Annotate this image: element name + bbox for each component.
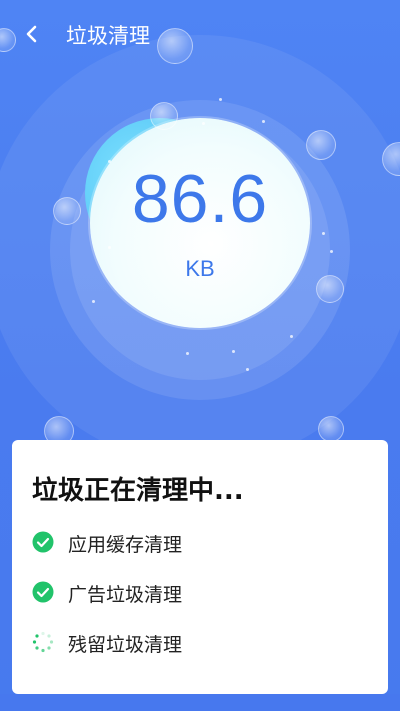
sparkle [219, 98, 222, 101]
chevron-left-icon [26, 25, 37, 43]
bubble [150, 102, 178, 130]
check-circle-icon [32, 581, 54, 603]
sparkle [322, 232, 325, 235]
cleanup-screen: 86.6 KB 垃圾清理 垃圾正在清理中... 应用缓存清理 广告垃圾清理 残留… [0, 0, 400, 711]
top-bar: 垃圾清理 [0, 0, 400, 68]
task-label: 应用缓存清理 [68, 534, 183, 556]
junk-size-value: 86.6 [131, 161, 269, 237]
back-button[interactable] [16, 18, 48, 50]
spinner-icon [32, 631, 54, 653]
sparkle [186, 352, 189, 355]
sparkle [108, 246, 111, 249]
sparkle [290, 335, 293, 338]
bubble [53, 197, 81, 225]
junk-size-unit: KB [185, 256, 215, 281]
sparkle [262, 120, 265, 123]
check-circle-icon [32, 531, 54, 553]
task-label: 广告垃圾清理 [68, 584, 183, 606]
sparkle [108, 160, 111, 163]
sparkle [246, 368, 249, 371]
page-title: 垃圾清理 [66, 24, 150, 48]
sparkle [202, 122, 205, 125]
bubble [318, 416, 344, 442]
sparkle [92, 300, 95, 303]
sparkle [330, 250, 333, 253]
task-label: 残留垃圾清理 [68, 634, 183, 656]
sparkle [232, 350, 235, 353]
cleanup-status-card: 垃圾正在清理中... 应用缓存清理 广告垃圾清理 残留垃圾清理 [12, 440, 388, 694]
bubble [306, 130, 336, 160]
bottom-strip [0, 694, 400, 711]
cleanup-status-title: 垃圾正在清理中... [32, 476, 244, 506]
bubble [316, 275, 344, 303]
